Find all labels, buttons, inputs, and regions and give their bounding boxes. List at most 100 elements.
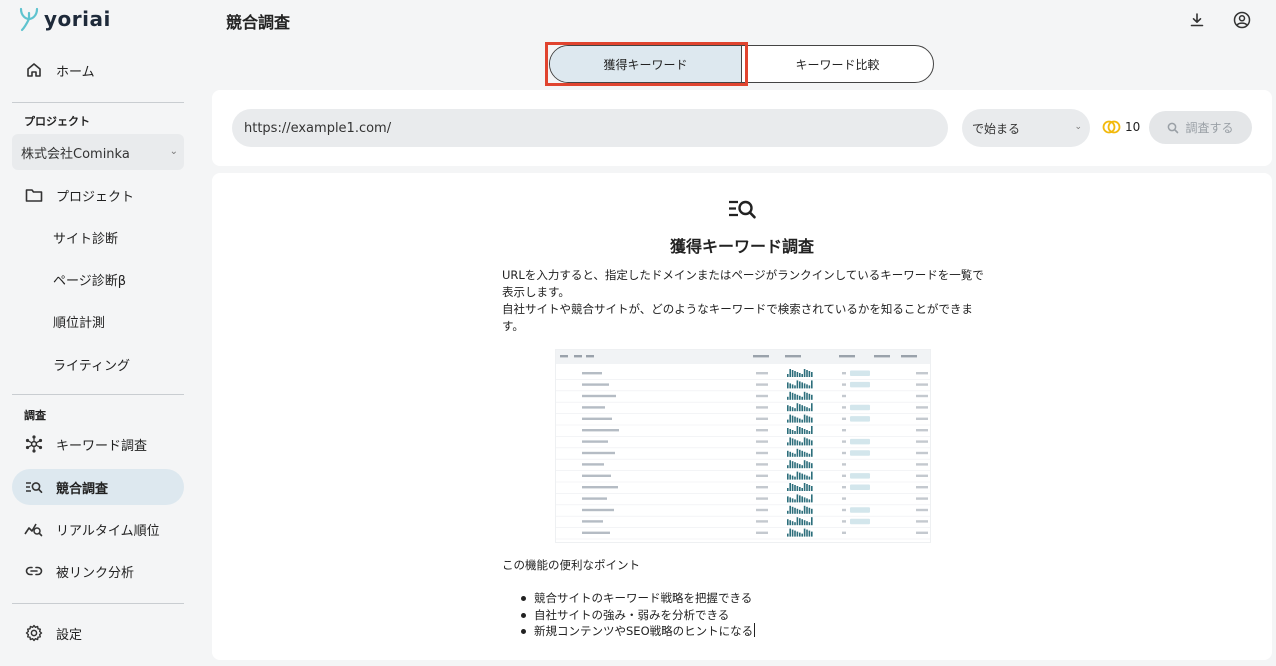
sidebar-item-site-audit[interactable]: サイト診断 xyxy=(12,219,184,255)
preview-trend-bar xyxy=(796,440,799,446)
sidebar-item-keyword-research[interactable]: キーワード調査 xyxy=(12,426,184,462)
preview-trend-bar xyxy=(803,414,806,423)
credit-count: 10 xyxy=(1125,120,1141,134)
trend-search-icon xyxy=(24,519,44,539)
preview-trend-bar xyxy=(808,530,811,537)
preview-trend-bar xyxy=(803,528,806,537)
tab-keyword-compare[interactable]: キーワード比較 xyxy=(742,46,933,82)
preview-trend-bar xyxy=(789,437,791,446)
preview-keyword-bar xyxy=(582,451,615,455)
home-icon xyxy=(24,60,44,80)
preview-trend-bar xyxy=(791,438,794,446)
preview-trend-bar xyxy=(806,370,808,377)
sidebar-item-page-audit[interactable]: ページ診断β xyxy=(12,261,184,297)
preview-volume-bar xyxy=(756,429,768,432)
preview-trend-bar xyxy=(808,416,811,423)
preview-trend-bar xyxy=(801,374,803,377)
yoriai-logo-icon xyxy=(19,7,39,32)
preview-trend-bar xyxy=(794,530,796,537)
project-select[interactable]: 株式会社Cominka ⌄ xyxy=(12,134,184,170)
sidebar-item-settings[interactable]: 設定 xyxy=(12,615,184,651)
preview-trend-bar xyxy=(799,509,801,514)
preview-trend-bar xyxy=(794,393,796,400)
preview-volume-bar xyxy=(756,406,768,409)
preview-trend-bar xyxy=(794,476,796,480)
sidebar-item-competitor-research[interactable]: 競合調査 xyxy=(12,469,184,505)
preview-trend-bar xyxy=(808,431,811,434)
preview-traffic-bar xyxy=(916,417,928,420)
preview-trend-bar xyxy=(801,442,803,446)
preview-trend-bar xyxy=(806,430,808,434)
brand-logo[interactable]: yoriai xyxy=(18,6,111,32)
preview-trend-bar xyxy=(789,451,791,457)
sidebar-item-writing[interactable]: ライティング xyxy=(12,346,184,382)
preview-trend-bar xyxy=(796,486,799,491)
preview-trend-bar xyxy=(799,404,801,412)
preview-trend-bar xyxy=(799,518,801,526)
tab-acquired-keywords[interactable]: 獲得キーワード xyxy=(550,46,742,82)
sidebar-item-label: ホーム xyxy=(56,64,95,80)
account-icon[interactable] xyxy=(1232,10,1252,30)
url-input[interactable] xyxy=(232,109,948,147)
download-icon[interactable] xyxy=(1187,10,1207,30)
preview-trend-bar xyxy=(811,440,813,446)
preview-trend-bar xyxy=(799,418,801,423)
sidebar-item-home[interactable]: ホーム xyxy=(12,52,184,88)
preview-badge xyxy=(850,518,870,525)
preview-trend-bar xyxy=(787,374,789,377)
sidebar-item-projects[interactable]: プロジェクト xyxy=(12,177,184,213)
search-button[interactable]: 調査する xyxy=(1149,111,1252,144)
sidebar-item-backlink-analysis[interactable]: 被リンク分析 xyxy=(12,553,184,589)
preview-header-label xyxy=(839,355,855,358)
sidebar-item-label: プロジェクト xyxy=(56,189,135,205)
preview-keyword-bar xyxy=(582,531,610,534)
sidebar-item-rank-tracking[interactable]: 順位計測 xyxy=(12,303,184,339)
preview-trend-bar xyxy=(799,427,801,434)
preview-trend-bar xyxy=(787,533,789,537)
result-preview-image xyxy=(555,349,931,543)
preview-rank-bar xyxy=(842,463,846,466)
preview-header-label xyxy=(785,355,801,358)
gear-icon xyxy=(24,623,44,643)
preview-volume-bar xyxy=(756,394,768,398)
preview-trend-bar xyxy=(803,391,806,400)
preview-trend-bar xyxy=(789,528,791,537)
preview-trend-bar xyxy=(796,531,799,537)
match-type-select[interactable]: で始まる ⌄ xyxy=(962,109,1090,147)
preview-badge xyxy=(850,507,870,513)
preview-trend-bar xyxy=(799,395,801,400)
preview-trend-bar xyxy=(787,419,789,423)
sidebar-divider xyxy=(12,394,184,395)
preview-keyword-bar xyxy=(582,508,614,512)
preview-trend-bar xyxy=(808,522,811,526)
preview-header-label xyxy=(874,355,890,358)
preview-trend-bar xyxy=(799,373,801,377)
preview-trend-bar xyxy=(794,408,796,412)
sidebar-item-label: 設定 xyxy=(56,627,83,643)
preview-badge xyxy=(850,450,870,456)
preview-trend-bar xyxy=(801,496,803,503)
preview-trend-bar xyxy=(794,439,796,446)
preview-trend-bar xyxy=(803,520,806,526)
preview-rank-bar xyxy=(842,394,846,398)
preview-traffic-bar xyxy=(916,394,928,398)
preview-trend-bar xyxy=(787,510,789,514)
preview-rank-bar xyxy=(842,451,846,455)
preview-trend-bar xyxy=(799,487,801,491)
preview-trend-bar xyxy=(811,508,813,514)
preview-trend-bar xyxy=(803,437,806,446)
sidebar-item-realtime-rank[interactable]: リアルタイム順位 xyxy=(12,511,184,547)
preview-rank-bar xyxy=(842,417,846,420)
preview-trend-bar xyxy=(811,417,813,423)
list-item-text: 新規コンテンツやSEO戦略のヒントになる xyxy=(534,624,754,638)
preview-trend-bar xyxy=(791,415,794,423)
points-title: この機能の便利なポイント xyxy=(502,558,640,572)
preview-trend-bar xyxy=(806,438,808,446)
preview-trend-bar xyxy=(796,372,799,377)
sidebar-item-label: 競合調査 xyxy=(56,481,109,497)
preview-trend-bar xyxy=(789,429,791,434)
preview-traffic-bar xyxy=(916,531,928,534)
preview-trend-bar xyxy=(806,415,808,423)
preview-trend-bar xyxy=(808,453,811,457)
preview-trend-bar xyxy=(799,449,801,457)
